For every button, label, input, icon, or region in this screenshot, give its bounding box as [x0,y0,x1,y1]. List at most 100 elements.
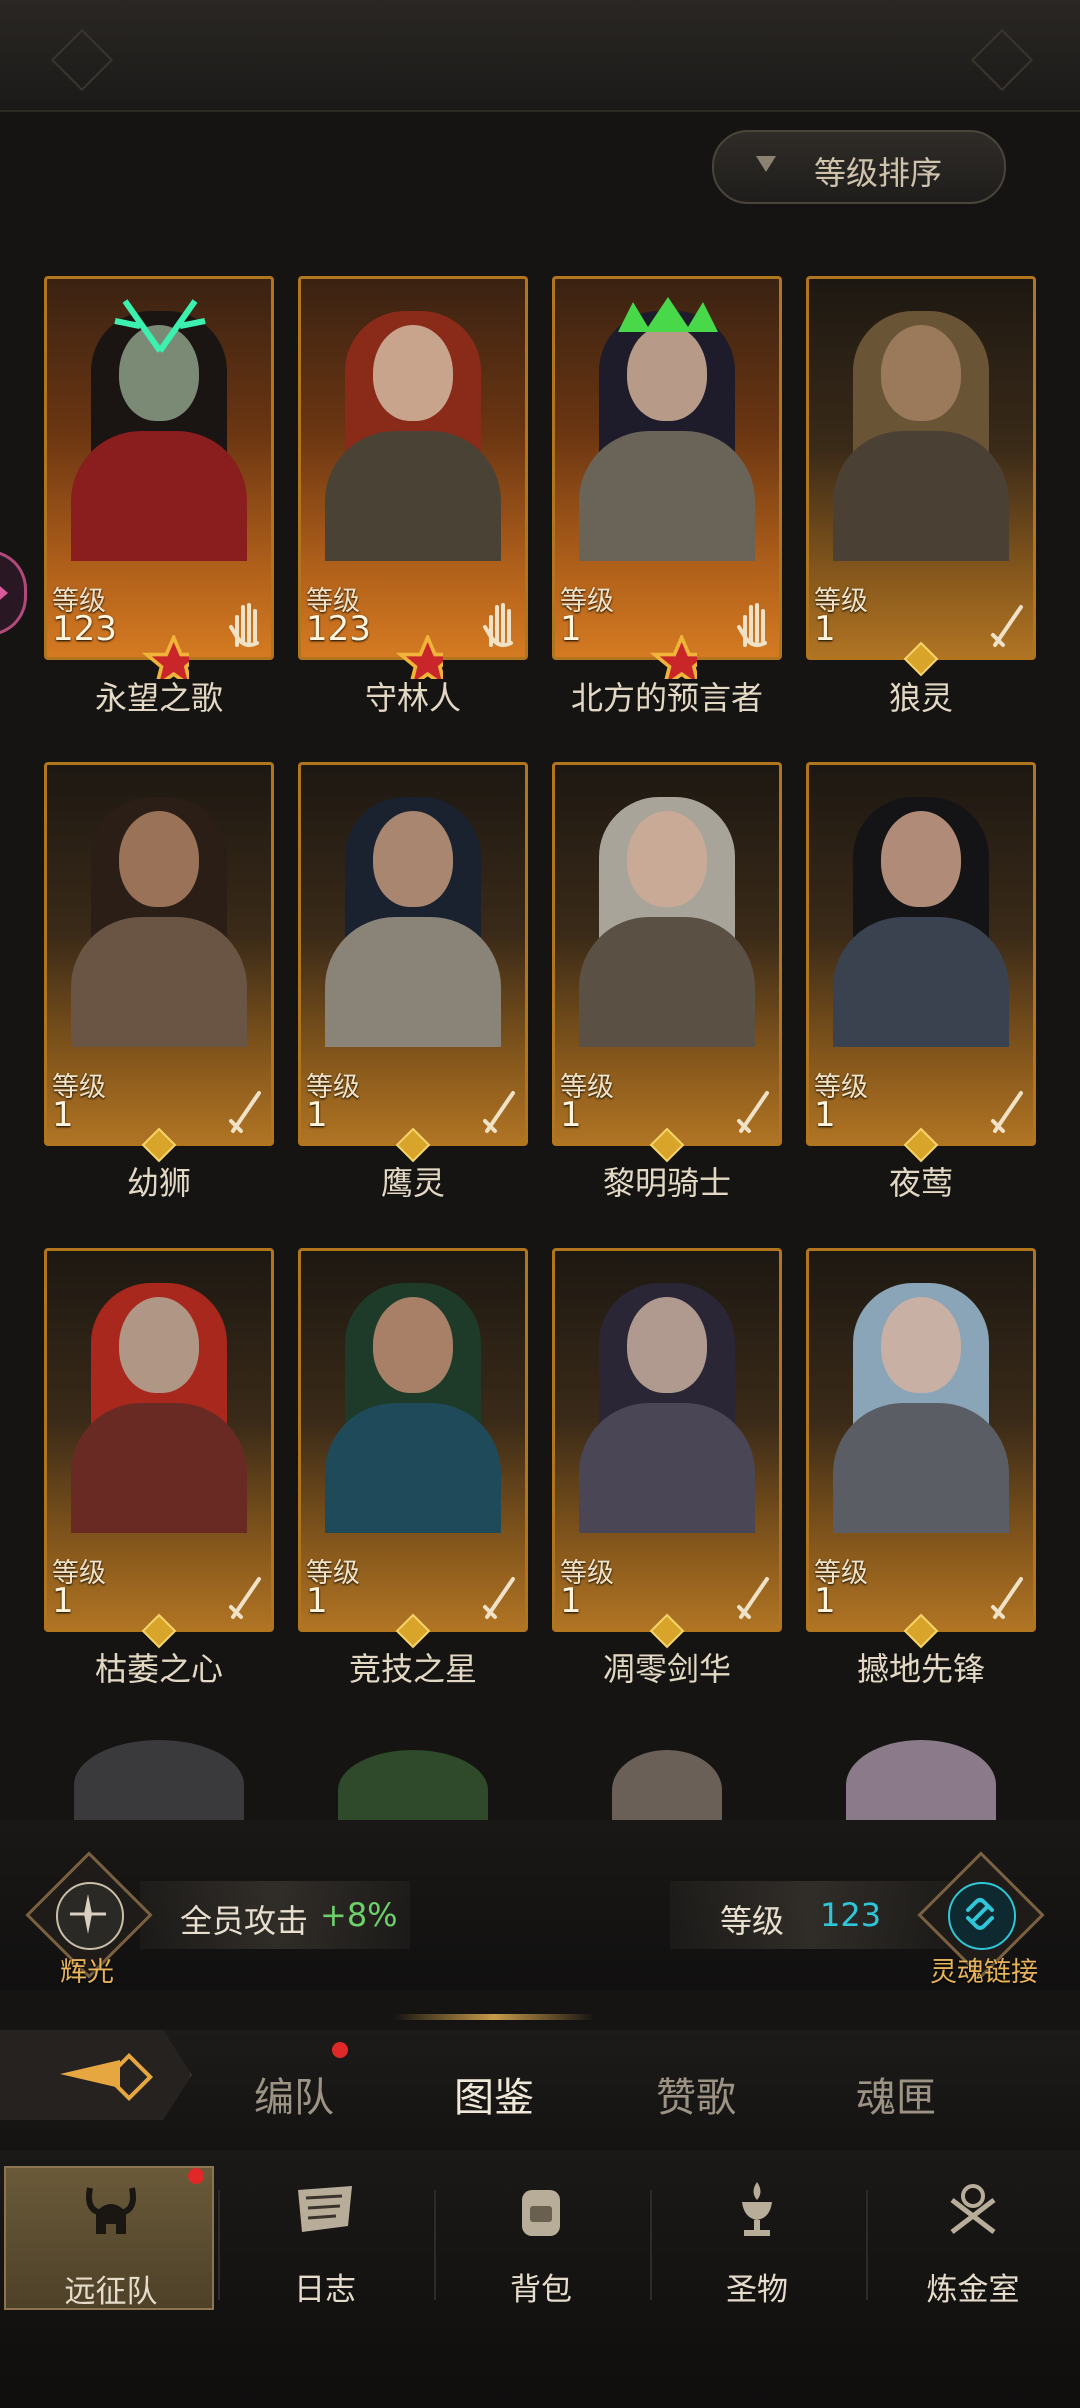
level-value: 1 [52,1581,74,1621]
attack-label: 全员攻击 [180,1902,309,1940]
back-button[interactable] [0,2030,192,2120]
hand-class-icon [483,603,513,647]
hero-portrait [573,797,761,1047]
hero-card-partial[interactable] [298,1720,528,1820]
sword-class-icon [483,1091,515,1133]
sword-class-icon [483,1577,515,1619]
level-value: 123 [52,609,117,649]
nav-label: 远征队 [64,2274,158,2310]
arrow-right-icon [0,581,8,605]
nav-label: 背包 [510,2272,572,2308]
level-value: 1 [560,1095,582,1135]
hero-name: 枯萎之心 [94,1650,223,1688]
hero-card[interactable]: 等级 1 [806,1248,1036,1649]
hero-card[interactable]: 等级 1 [44,762,274,1163]
level-value: 1 [814,609,836,649]
backpack-icon [522,2190,560,2236]
hero-name: 竞技之星 [348,1650,477,1688]
hand-class-icon [229,603,259,647]
notification-dot [332,2042,348,2058]
hero-name: 守林人 [364,679,461,717]
nav-alchemy[interactable]: 炼金室 [868,2166,1078,2310]
tab-formation[interactable]: 编队 [214,2065,374,2123]
sword-class-icon [737,1577,769,1619]
hero-name: 黎明骑士 [602,1164,731,1202]
level-value: 123 [306,609,371,649]
hero-portrait [65,1283,253,1533]
hero-card[interactable]: 等级 1 [552,1248,782,1649]
horned-helmet-icon [86,2187,136,2234]
level-value: 1 [306,1095,328,1135]
hero-name: 鹰灵 [380,1164,445,1202]
hero-name: 狼灵 [888,679,953,717]
hero-portrait [827,1283,1015,1533]
soul-link-label: 灵魂链接 [930,1957,1038,1988]
hero-card[interactable]: 等级 123 [44,276,274,679]
hero-portrait [573,297,761,561]
soul-level-panel [670,1881,950,1949]
notification-dot [188,2168,204,2184]
hero-card[interactable]: 等级 1 [806,276,1036,677]
level-label: 等级 [720,1902,785,1940]
hero-card-partial[interactable] [806,1720,1036,1820]
level-value: 1 [52,1095,74,1135]
hero-portrait [573,1283,761,1533]
hero-card[interactable]: 等级 123 [298,276,528,679]
rank-gem-icon [903,641,939,677]
dropdown-triangle-icon [756,156,776,172]
level-value: 1 [306,1581,328,1621]
hero-name: 永望之歌 [94,679,223,717]
level-value: 1 [560,1581,582,1621]
sword-class-icon [991,605,1023,647]
hero-card-partial[interactable] [44,1720,274,1820]
hand-class-icon [737,603,767,647]
sort-label: 等级排序 [814,154,943,192]
tab-soul-box[interactable]: 魂匣 [816,2065,976,2123]
hero-card[interactable]: 等级 1 [806,762,1036,1163]
alchemy-flask-icon [950,2184,996,2234]
nav-label: 炼金室 [926,2272,1020,2308]
hero-card[interactable]: 等级 1 [298,1248,528,1649]
compass-icon [70,1894,106,1934]
side-drawer-tab[interactable] [0,550,27,636]
chalice-icon [742,2182,772,2236]
hero-card[interactable]: 等级 1 [298,762,528,1163]
scroll-map-icon [298,2186,352,2232]
hero-portrait [827,311,1015,561]
hero-name: 北方的预言者 [570,679,763,717]
hero-name: 凋零剑华 [602,1650,731,1688]
tab-codex[interactable]: 图鉴 [414,2065,574,2123]
hero-card-partial[interactable] [552,1720,782,1820]
tab-hymn[interactable]: 赞歌 [616,2065,776,2123]
sword-class-icon [229,1577,261,1619]
hero-portrait [65,299,253,561]
chain-link-icon [966,1898,994,1930]
attack-value: +8% [320,1896,398,1934]
sword-class-icon [991,1577,1023,1619]
hero-portrait [827,797,1015,1047]
sort-button[interactable]: 等级排序 [712,130,1006,204]
top-banner [0,0,1080,112]
hero-card[interactable]: 等级 1 [552,276,782,679]
level-value: 1 [814,1581,836,1621]
hero-portrait [65,797,253,1047]
hero-name: 幼狮 [126,1164,191,1202]
level-value: 1 [814,1095,836,1135]
radiance-label: 辉光 [60,1957,114,1988]
nav-relics[interactable]: 圣物 [652,2166,862,2310]
hero-name: 夜莺 [888,1164,953,1202]
hero-card[interactable]: 等级 1 [552,762,782,1163]
nav-label: 日志 [294,2272,356,2308]
nav-expedition[interactable]: 远征队 [4,2166,214,2310]
nav-backpack[interactable]: 背包 [436,2166,646,2310]
hero-portrait [319,797,507,1047]
level-value: 1 [560,609,582,649]
sword-class-icon [229,1091,261,1133]
rune-ornament [970,28,1034,92]
hero-card[interactable]: 等级 1 [44,1248,274,1649]
nav-journal[interactable]: 日志 [220,2166,430,2310]
rune-ornament [50,28,114,92]
active-tab-indicator [394,2014,594,2020]
nav-label: 圣物 [726,2272,788,2308]
sword-class-icon [737,1091,769,1133]
